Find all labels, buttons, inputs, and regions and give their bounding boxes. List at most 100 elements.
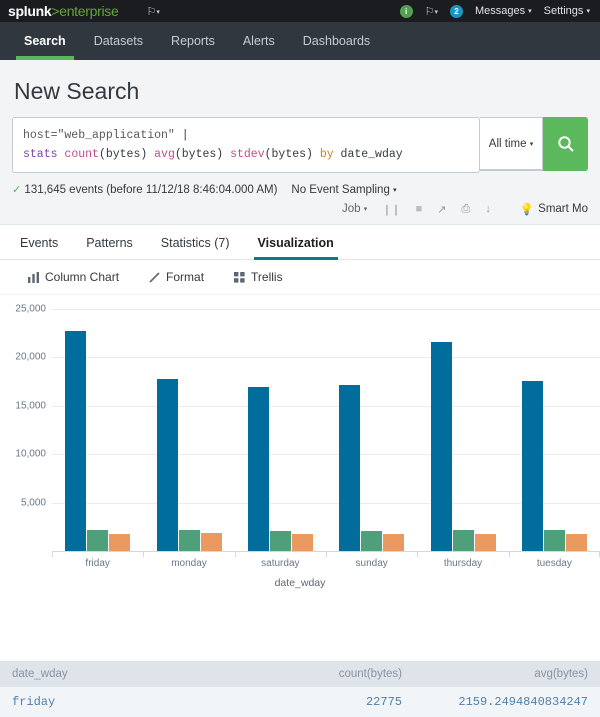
query-stdev-arg: (bytes) (265, 148, 313, 161)
query-stats-command: stats (23, 148, 58, 161)
results-table: date_wday count(bytes) avg(bytes) friday… (0, 661, 600, 717)
y-axis-tick-label: 20,000 (0, 352, 46, 363)
column-header-date-wday[interactable]: date_wday (12, 668, 222, 680)
chart-bar[interactable] (65, 331, 86, 551)
chart-bar[interactable] (383, 534, 404, 551)
chart-bar[interactable] (361, 531, 382, 551)
search-icon (557, 135, 575, 153)
nav-item-search[interactable]: Search (10, 22, 80, 60)
logo-secondary-text: >enterprise (51, 3, 118, 19)
pause-icon[interactable]: ❙❙ (382, 203, 400, 216)
pencil-icon (149, 272, 160, 283)
x-axis-tick-label: saturday (261, 558, 299, 569)
messages-count-badge[interactable]: 2 (450, 5, 463, 18)
chart-type-button[interactable]: Column Chart (28, 270, 119, 284)
y-axis-tick-label: 5,000 (0, 497, 46, 508)
column-chart[interactable]: 5,00010,00015,00020,00025,000fridaymonda… (0, 295, 600, 595)
search-mode-selector[interactable]: 💡 Smart Mo (520, 202, 588, 216)
chart-gridline (52, 503, 600, 504)
chart-bar[interactable] (566, 534, 587, 551)
splunk-logo[interactable]: splunk>enterprise (8, 3, 118, 19)
share-icon[interactable]: ↗ (437, 203, 446, 216)
cell-date-wday: friday (12, 695, 222, 709)
smart-mode-label: Smart Mo (538, 203, 588, 215)
settings-label: Settings (544, 5, 584, 17)
print-icon[interactable]: ⎙ (462, 203, 471, 216)
trellis-button[interactable]: Trellis (234, 270, 283, 284)
chart-gridline (52, 357, 600, 358)
x-axis-title: date_wday (0, 577, 600, 589)
messages-label: Messages (475, 5, 525, 17)
search-input[interactable]: host="web_application" | stats count(byt… (12, 117, 480, 173)
chart-bar[interactable] (339, 385, 360, 551)
visualization-toolbar: Column Chart Format Trellis (0, 260, 600, 295)
bar-chart-icon (28, 272, 39, 283)
job-menu[interactable]: Job ▾ (342, 203, 367, 215)
run-search-button[interactable] (543, 117, 588, 171)
chart-bar[interactable] (522, 381, 543, 551)
nav-item-reports[interactable]: Reports (157, 22, 229, 60)
chart-bar[interactable] (179, 530, 200, 551)
search-query-line-2: stats count(bytes) avg(bytes) stdev(byte… (23, 145, 469, 164)
page-title: New Search (0, 60, 600, 117)
tab-statistics[interactable]: Statistics (7) (147, 225, 244, 259)
format-button[interactable]: Format (149, 270, 204, 284)
chart-bar[interactable] (292, 534, 313, 551)
x-axis-tick-mark (235, 551, 236, 557)
search-status-row: ✓ 131,645 events (before 11/12/18 8:46:0… (0, 173, 600, 196)
y-axis-tick-label: 25,000 (0, 304, 46, 315)
event-sampling-menu[interactable]: No Event Sampling ▾ (291, 184, 396, 196)
table-row[interactable]: friday 22775 2159.2494840834247 (0, 687, 600, 717)
app-nav-bar: Search Datasets Reports Alerts Dashboard… (0, 22, 600, 60)
query-group-field: date_wday (341, 148, 403, 161)
export-icon[interactable]: ↓ (485, 203, 491, 215)
top-bar: splunk>enterprise ⚐▾ i ⚐▾ 2 Messages ▾ S… (0, 0, 600, 22)
query-count-arg: (bytes) (99, 148, 147, 161)
events-count-status: ✓ 131,645 events (before 11/12/18 8:46:0… (12, 183, 277, 196)
query-avg-arg: (bytes) (175, 148, 223, 161)
chart-bar[interactable] (109, 534, 130, 551)
tab-events[interactable]: Events (6, 225, 72, 259)
nav-item-dashboards[interactable]: Dashboards (289, 22, 384, 60)
column-header-avg-bytes[interactable]: avg(bytes) (402, 668, 588, 680)
query-count-fn: count (64, 148, 99, 161)
messages-menu[interactable]: Messages ▾ (475, 5, 532, 17)
search-query-line-1: host="web_application" | (23, 126, 469, 145)
x-axis-tick-label: friday (85, 558, 109, 569)
activity-flag-icon[interactable]: ⚐▾ (425, 5, 438, 18)
events-count-text: 131,645 events (before 11/12/18 8:46:04.… (24, 184, 277, 196)
chart-gridline (52, 454, 600, 455)
chevron-down-icon: ▾ (364, 206, 368, 213)
flag-icon[interactable]: ⚐▾ (146, 5, 159, 18)
info-badge[interactable]: i (400, 5, 413, 18)
x-axis-tick-mark (52, 551, 53, 557)
time-range-picker[interactable]: All time ▾ (480, 117, 543, 171)
lightbulb-icon: 💡 (520, 202, 534, 216)
x-axis-tick-mark (509, 551, 510, 557)
settings-menu[interactable]: Settings ▾ (544, 5, 590, 17)
chart-bar[interactable] (248, 387, 269, 551)
x-axis-tick-mark (326, 551, 327, 557)
chart-bar[interactable] (201, 533, 222, 551)
chart-bar[interactable] (87, 530, 108, 551)
chart-bar[interactable] (157, 379, 178, 551)
nav-item-alerts[interactable]: Alerts (229, 22, 289, 60)
stop-icon[interactable]: ■ (416, 203, 423, 215)
cell-avg-bytes: 2159.2494840834247 (402, 695, 588, 709)
check-icon: ✓ (12, 184, 21, 196)
nav-item-datasets[interactable]: Datasets (80, 22, 157, 60)
chart-gridline (52, 309, 600, 310)
chart-bar[interactable] (270, 531, 291, 551)
query-pipe: | (182, 129, 189, 142)
chart-bar[interactable] (453, 530, 474, 551)
chart-bar[interactable] (475, 534, 496, 551)
column-header-count-bytes[interactable]: count(bytes) (222, 668, 402, 680)
chevron-down-icon: ▾ (393, 186, 397, 193)
tab-patterns[interactable]: Patterns (72, 225, 147, 259)
chart-bar[interactable] (431, 342, 452, 551)
chart-bar[interactable] (544, 530, 565, 551)
x-axis-tick-mark (417, 551, 418, 557)
top-bar-right-group: i ⚐▾ 2 Messages ▾ Settings ▾ (400, 5, 592, 18)
tab-visualization[interactable]: Visualization (244, 225, 348, 259)
grid-icon (234, 272, 245, 283)
